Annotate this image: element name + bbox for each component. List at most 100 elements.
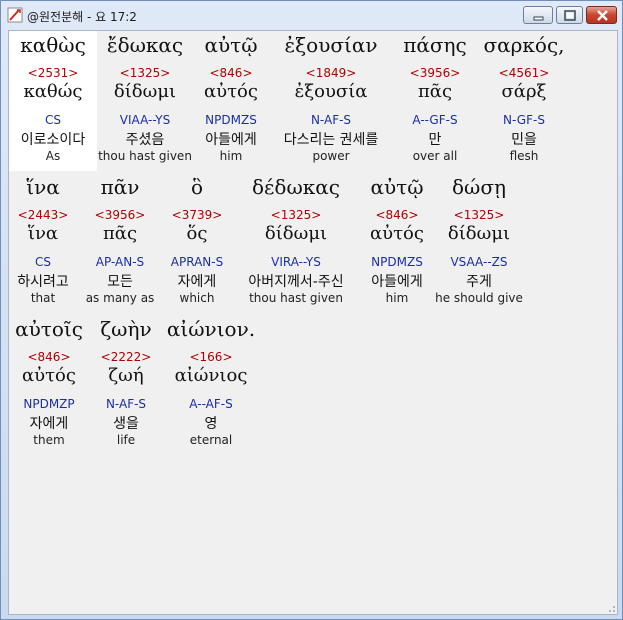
korean-gloss: 모든	[107, 274, 133, 290]
word-cell[interactable]: αὐτῷ <846> αὐτός NPDMZS 아들에게 him	[361, 173, 433, 313]
strongs-number: <1849>	[305, 66, 357, 80]
korean-gloss: 주게	[466, 274, 492, 290]
parsing-code: APRAN-S	[170, 255, 224, 269]
strongs-number: <846>	[27, 350, 71, 364]
strongs-number: <846>	[209, 66, 253, 80]
parsing-code: NPDMZP	[23, 397, 75, 411]
english-gloss: that	[30, 291, 56, 305]
english-gloss: eternal	[189, 433, 233, 447]
lemma: δίδωμι	[264, 223, 328, 244]
word-cell[interactable]: αἰώνιον. <166> αἰώνιος A--AF-S 영 eternal	[163, 315, 259, 455]
minimize-button[interactable]	[523, 6, 553, 24]
parsing-code: A--GF-S	[412, 113, 458, 127]
greek-word: πάσης	[403, 33, 467, 57]
close-button[interactable]	[586, 6, 617, 24]
lemma: αὐτός	[370, 223, 424, 244]
lemma: δίδωμι	[447, 223, 511, 244]
english-gloss: them	[33, 433, 65, 447]
english-gloss: power	[312, 149, 350, 163]
korean-gloss: 아버지께서-주신	[248, 274, 344, 290]
korean-gloss: 영	[204, 416, 218, 432]
english-gloss: over all	[412, 149, 458, 163]
strongs-number: <3956>	[94, 208, 146, 222]
word-cell[interactable]: ἵνα <2443> ἵνα CS 하시려고 that	[9, 173, 77, 313]
korean-gloss: 주셨음	[125, 132, 165, 148]
greek-word: ἐξουσίαν	[284, 33, 378, 57]
parsing-code: VIAA--YS	[119, 113, 171, 127]
english-gloss: thou hast given	[98, 149, 192, 163]
strongs-number: <1325>	[119, 66, 171, 80]
korean-gloss: 민을	[511, 132, 537, 148]
parsing-code: NPDMZS	[371, 255, 423, 269]
strongs-number: <2443>	[17, 208, 69, 222]
parsing-code: N-AF-S	[310, 113, 352, 127]
maximize-button[interactable]	[556, 6, 583, 24]
english-gloss: As	[45, 149, 61, 163]
greek-word: αὐτῷ	[204, 33, 258, 57]
lemma: δίδωμι	[113, 81, 177, 102]
app-icon	[7, 7, 23, 23]
parsing-code: N-GF-S	[503, 113, 545, 127]
greek-word: ἔδωκας	[106, 33, 184, 57]
word-cell[interactable]: ἐξουσίαν <1849> ἐξουσία N-AF-S 다스리는 권세를 …	[269, 31, 393, 171]
greek-word: αὐτοῖς	[15, 317, 83, 341]
greek-word: καθὼς	[20, 33, 86, 57]
greek-word: ζωὴν	[100, 317, 152, 341]
word-cell[interactable]: ζωὴν <2222> ζωή N-AF-S 생을 life	[89, 315, 163, 455]
lemma: ἵνα	[27, 223, 59, 244]
greek-word: αἰώνιον.	[166, 317, 256, 341]
strongs-number: <3956>	[409, 66, 461, 80]
lemma: αὐτός	[22, 365, 76, 386]
greek-word: αὐτῷ	[370, 175, 424, 199]
english-gloss: him	[219, 149, 243, 163]
korean-gloss: 아들에게	[371, 274, 423, 290]
parsing-code: CS	[45, 113, 61, 127]
english-gloss: thou hast given	[249, 291, 343, 305]
app-window: @원전분해 - 요 17:2 καθὼς <2531> καθώς CS 이로소…	[0, 0, 623, 620]
lemma: σάρξ	[501, 81, 547, 102]
parsing-code: A--AF-S	[189, 397, 233, 411]
greek-word: σαρκός,	[483, 33, 565, 57]
lemma: καθώς	[23, 81, 83, 102]
window-title: @원전분해 - 요 17:2	[27, 10, 137, 24]
word-cell[interactable]: δέδωκας <1325> δίδωμι VIRA--YS 아버지께서-주신 …	[231, 173, 361, 313]
parsing-code: NPDMZS	[205, 113, 257, 127]
greek-word: πᾶν	[100, 175, 140, 199]
resize-grip-icon[interactable]	[603, 600, 617, 614]
lemma: πᾶς	[102, 223, 138, 244]
parsing-code: VSAA--ZS	[450, 255, 508, 269]
word-cell[interactable]: αὐτοῖς <846> αὐτός NPDMZP 자에게 them	[9, 315, 89, 455]
close-icon	[597, 10, 608, 21]
lemma: αὐτός	[204, 81, 258, 102]
lemma: ζωή	[108, 365, 144, 386]
word-cell[interactable]: ἔδωκας <1325> δίδωμι VIAA--YS 주셨음 thou h…	[97, 31, 193, 171]
korean-gloss: 아들에게	[205, 132, 257, 148]
greek-word: δέδωκας	[252, 175, 340, 199]
parsing-code: CS	[35, 255, 51, 269]
strongs-number: <846>	[375, 208, 419, 222]
word-cell[interactable]: δώσῃ <1325> δίδωμι VSAA--ZS 주게 he should…	[433, 173, 525, 313]
korean-gloss: 다스리는 권세를	[283, 132, 379, 148]
word-cell[interactable]: πάσης <3956> πᾶς A--GF-S 만 over all	[393, 31, 477, 171]
strongs-number: <2222>	[100, 350, 152, 364]
korean-gloss: 자에게	[29, 416, 69, 432]
word-cell[interactable]: αὐτῷ <846> αὐτός NPDMZS 아들에게 him	[193, 31, 269, 171]
lemma: πᾶς	[417, 81, 453, 102]
title-bar[interactable]: @원전분해 - 요 17:2	[1, 1, 622, 29]
lemma: ἐξουσία	[294, 81, 368, 102]
maximize-icon	[564, 10, 576, 21]
strongs-number: <4561>	[498, 66, 550, 80]
strongs-number: <2531>	[27, 66, 79, 80]
strongs-number: <1325>	[270, 208, 322, 222]
word-cell[interactable]: καθὼς <2531> καθώς CS 이로소이다 As	[9, 31, 97, 171]
english-gloss: him	[385, 291, 409, 305]
parsing-code: AP-AN-S	[95, 255, 145, 269]
greek-word: ὃ	[190, 175, 204, 199]
verse-analysis-panel: καθὼς <2531> καθώς CS 이로소이다 As ἔδωκας <1…	[8, 30, 618, 615]
strongs-number: <166>	[189, 350, 233, 364]
korean-gloss: 만	[428, 132, 442, 148]
word-cell[interactable]: πᾶν <3956> πᾶς AP-AN-S 모든 as many as	[77, 173, 163, 313]
word-cell[interactable]: σαρκός, <4561> σάρξ N-GF-S 민을 flesh	[477, 31, 571, 171]
korean-gloss: 이로소이다	[20, 132, 86, 148]
word-cell[interactable]: ὃ <3739> ὅς APRAN-S 자에게 which	[163, 173, 231, 313]
